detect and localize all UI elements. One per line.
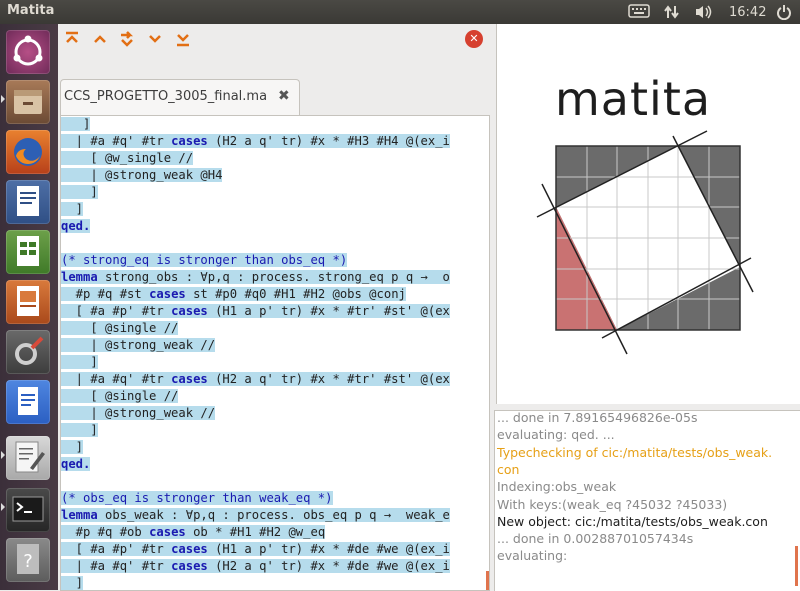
code-line: | #a #q' #tr cases (H2 a q' tr) #x * #de… [61,559,450,573]
power-icon[interactable] [776,4,792,21]
docs-icon[interactable] [6,380,50,424]
message-line: evaluating: [497,548,568,564]
close-icon[interactable]: ✕ [465,30,483,48]
text-editor-icon[interactable] [6,436,50,480]
code-line: | @strong_weak @H4 [61,168,223,182]
code-line: ] [61,202,84,216]
keyboard-icon[interactable] [628,4,650,20]
code-line: #p #q #ob cases ob * #H1 #H2 @w_eq [61,525,326,539]
messages-pane[interactable]: ... done in 7.89165496826e-05s evaluating… [494,410,800,591]
code-line: ] [61,185,98,199]
active-indicator [1,503,5,511]
step-back-icon[interactable] [91,30,109,48]
dash-icon[interactable] [6,30,50,74]
tab-close-icon[interactable]: ✖ [278,88,290,104]
launcher: ? [0,24,58,590]
code-line: [ @single // [61,321,179,335]
firefox-icon[interactable] [6,130,50,174]
svg-text:?: ? [23,551,33,572]
message-line: ... done in 0.00288701057434s [497,531,694,547]
code-line: (* strong_eq is stronger than obs_eq *) [61,253,348,267]
code-editor[interactable]: qed. ] | #a #q' #tr cases (H2 a q' tr) #… [60,115,490,591]
scroll-indicator[interactable] [795,546,798,586]
clock[interactable]: 16:42 [729,5,766,21]
code-line: lemma strong_obs : ∀p,q : process. stron… [61,270,450,284]
goto-cursor-icon[interactable] [118,30,136,48]
message-line: Indexing:obs_weak [497,479,617,495]
active-indicator [1,95,5,103]
active-indicator [1,451,5,459]
top-panel: Matita 16:42 [0,0,800,24]
code-line: lemma obs_weak : ∀p,q : process. obs_eq … [61,508,450,522]
code-line: qed. [61,457,91,471]
step-forward-icon[interactable] [146,30,164,48]
message-line: New object: cic:/matita/tests/obs_weak.c… [497,513,768,529]
message-line: evaluating: qed. ... [497,427,615,443]
goto-bottom-icon[interactable] [174,30,192,48]
editor-pane: ✕ CCS_PROGETTO_3005_final.ma ✖ qed. ] | … [58,24,492,591]
code-line: | #a #q' #tr cases (H2 a q' tr) #x * #tr… [61,372,450,386]
impress-icon[interactable] [6,280,50,324]
code-line: ] [61,355,98,369]
code-line: | @strong_weak // [61,338,216,352]
code-line: ] [61,117,91,131]
tab-file[interactable]: CCS_PROGETTO_3005_final.ma ✖ [60,79,300,116]
code-line: qed. [61,219,91,233]
code-line: ] [61,423,98,437]
code-line: [ #a #p' #tr cases (H1 a p' tr) #x * #tr… [61,304,450,318]
code-line: [ @single // [61,389,179,403]
code-line: | #a #q' #tr cases (H2 a q' tr) #x * #H3… [61,134,450,148]
message-line: ... done in 7.89165496826e-05s [497,410,698,425]
system-settings-icon[interactable] [6,330,50,374]
logo-graphic [536,130,754,355]
logo-pane: matita [496,24,800,404]
code-line: [ @w_single // [61,151,194,165]
message-line: con [497,461,520,477]
code-line: (* obs_eq is stronger than weak_eq *) [61,491,333,505]
window-title: Matita [7,3,55,18]
volume-icon[interactable] [694,4,712,20]
code-line: #p #q #st cases st #p0 #q0 #H1 #H2 @obs … [61,287,406,301]
terminal-icon[interactable] [6,488,50,532]
code-line: ] [61,576,84,590]
message-line: With keys:(weak_eq ?45032 ?45033) [497,496,728,512]
code-line: | @strong_weak // [61,406,216,420]
files-icon[interactable] [6,80,50,124]
code-line: ] [61,440,84,454]
goto-top-icon[interactable] [63,30,81,48]
network-icon[interactable] [664,4,680,20]
tab-label: CCS_PROGETTO_3005_final.ma [64,89,268,104]
message-line: Typechecking of cic:/matita/tests/obs_we… [497,444,773,460]
scroll-indicator[interactable] [486,571,489,590]
writer-icon[interactable] [6,180,50,224]
code-line: [ #a #p' #tr cases (H1 a p' tr) #x * #de… [61,542,450,556]
help-icon[interactable]: ? [6,538,50,582]
toolbar: ✕ [58,24,492,56]
calc-icon[interactable] [6,230,50,274]
